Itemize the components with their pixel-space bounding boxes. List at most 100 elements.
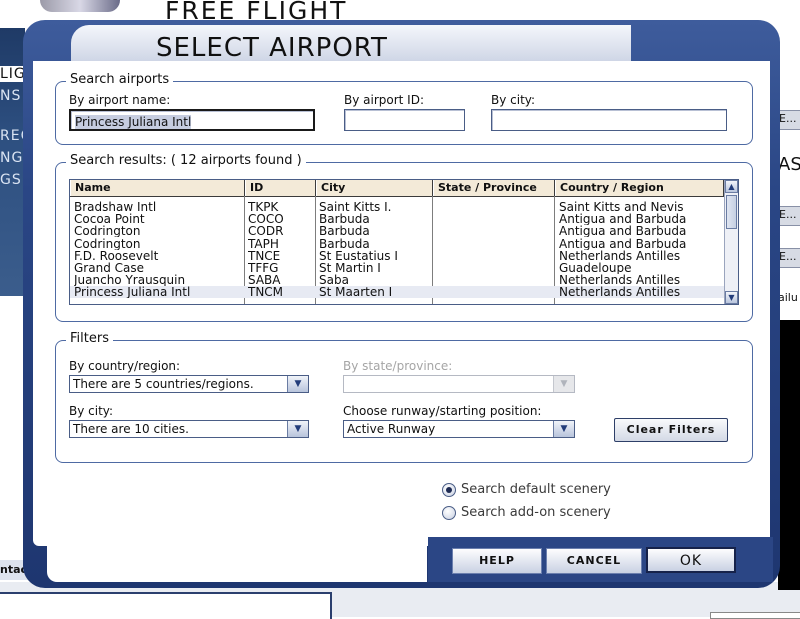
ok-button[interactable]: OK (646, 547, 736, 573)
table-cell-country: Netherlands Antilles (559, 274, 681, 287)
table-cell-id: TAPH (248, 237, 279, 250)
city-filter-label: By city: (69, 404, 114, 418)
clear-filters-button[interactable]: Clear Filters (614, 418, 728, 442)
table-cell-name: Juancho Yrausquin (74, 274, 186, 287)
state-filter-label: By state/province: (343, 359, 453, 373)
column-header-name[interactable]: Name (70, 180, 245, 196)
table-row[interactable]: Juancho Yrausquin SABA Saba Netherlands Ant… (70, 274, 724, 286)
airport-name-value: Princess Juliana Intl (75, 115, 192, 129)
background-button-fragment[interactable]: E... (778, 248, 800, 268)
country-filter-label: By country/region: (69, 359, 181, 373)
column-header-city[interactable]: City (316, 180, 433, 196)
scroll-thumb[interactable] (726, 195, 737, 229)
dialog-footer-bar: HELP CANCEL OK (428, 537, 773, 582)
help-button[interactable]: HELP (452, 548, 542, 574)
table-cell-city: Barbuda (319, 213, 370, 226)
filters-group: Filters By country/region: There are 5 c… (55, 331, 753, 463)
table-cell-city: St Maarten I (319, 286, 393, 299)
state-filter-dropdown[interactable]: ▼ (343, 375, 575, 393)
background-button-fragment[interactable]: E... (778, 206, 800, 226)
results-table[interactable]: Name ID City State / Province Country / … (69, 179, 739, 305)
table-cell-city: Saba (319, 274, 349, 287)
table-cell-country: Netherlands Antilles (559, 249, 681, 262)
table-cell-id: TKPK (248, 201, 279, 213)
table-cell-city: St Martin I (319, 262, 381, 274)
table-row[interactable]: Bradshaw Intl TKPK Saint Kitts I. Saint Kit… (70, 201, 724, 213)
country-filter-value: There are 5 countries/regions. (73, 377, 254, 391)
addon-scenery-label[interactable]: Search add-on scenery (461, 505, 611, 520)
runway-label: Choose runway/starting position: (343, 404, 542, 418)
city-search-input[interactable] (491, 109, 727, 131)
filters-label: Filters (66, 331, 113, 346)
table-cell-id: CODR (248, 225, 284, 238)
chevron-down-icon[interactable]: ▼ (553, 376, 574, 392)
background-button-fragment[interactable]: E... (778, 110, 800, 130)
airport-name-label: By airport name: (69, 93, 171, 107)
scroll-up-icon[interactable]: ▲ (725, 180, 738, 193)
city-filter-dropdown[interactable]: There are 10 cities. ▼ (69, 420, 309, 438)
column-header-country[interactable]: Country / Region (555, 180, 724, 196)
country-filter-dropdown[interactable]: There are 5 countries/regions. ▼ (69, 375, 309, 393)
table-cell-name: F.D. Roosevelt (74, 249, 159, 262)
table-row[interactable]: Codrington CODR Barbuda Antigua and Barbuda (70, 225, 724, 237)
cancel-button[interactable]: CANCEL (546, 548, 642, 574)
chevron-down-icon[interactable]: ▼ (287, 421, 308, 437)
runway-value: Active Runway (347, 422, 436, 436)
table-cell-country: Netherlands Antilles (559, 286, 681, 299)
search-airports-group: Search airports By airport name: Princes… (55, 72, 753, 145)
table-cell-id: COCO (248, 213, 284, 226)
table-cell-country: Saint Kitts and Nevis (559, 201, 684, 213)
search-airports-label: Search airports (66, 72, 174, 87)
table-cell-country: Antigua and Barbuda (559, 225, 687, 238)
chevron-down-icon[interactable]: ▼ (553, 421, 574, 437)
background-bottom-panel (0, 592, 332, 619)
table-cell-id: TNCE (248, 249, 281, 262)
airport-name-input[interactable]: Princess Juliana Intl (69, 109, 315, 131)
table-row[interactable]: Cocoa Point COCO Barbuda Antigua and Barbud… (70, 213, 724, 225)
scroll-down-icon[interactable]: ▼ (725, 291, 738, 304)
table-row[interactable]: F.D. Roosevelt TNCE St Eustatius I Netherla… (70, 250, 724, 262)
background-nav-item[interactable]: NG (0, 150, 23, 166)
default-scenery-label[interactable]: Search default scenery (461, 482, 611, 497)
table-cell-name: Cocoa Point (74, 213, 145, 226)
background-text-fragment: ASC (778, 154, 800, 175)
table-cell-name: Codrington (74, 237, 141, 250)
table-row[interactable]: Princess Juliana Intl TNCM St Maarten I Net… (70, 286, 724, 299)
table-cell-city: Saint Kitts I. (319, 201, 392, 213)
runway-dropdown[interactable]: Active Runway ▼ (343, 420, 575, 438)
default-scenery-radio[interactable] (442, 483, 456, 497)
table-cell-country: Antigua and Barbuda (559, 237, 687, 250)
background-text-fragment: ailu (778, 290, 800, 306)
background-nav-item[interactable]: GS (0, 172, 22, 188)
dialog-footer-left (47, 530, 427, 582)
chevron-down-icon[interactable]: ▼ (287, 376, 308, 392)
table-row[interactable]: Codrington TAPH Barbuda Antigua and Barbuda (70, 238, 724, 250)
search-results-label: Search results: ( 12 airports found ) (66, 153, 306, 168)
table-cell-city: Barbuda (319, 225, 370, 238)
table-cell-name: Princess Juliana Intl (74, 286, 191, 299)
table-cell-name: Bradshaw Intl (74, 201, 157, 213)
background-dark-area (778, 320, 800, 590)
table-cell-name: Grand Case (74, 262, 144, 274)
airport-id-input[interactable] (344, 109, 465, 131)
column-header-id[interactable]: ID (245, 180, 316, 196)
select-airport-dialog: SELECT AIRPORT Search airports By airpor… (23, 20, 780, 588)
results-scrollbar[interactable]: ▲ ▼ (724, 180, 738, 304)
city-filter-value: There are 10 cities. (73, 422, 189, 436)
background-left-area (0, 296, 25, 566)
background-nav-item[interactable]: NS (0, 88, 21, 104)
table-cell-id: TFFG (248, 262, 279, 274)
table-cell-name: Codrington (74, 225, 141, 238)
results-table-header: Name ID City State / Province Country / … (70, 180, 724, 197)
table-cell-city: St Eustatius I (319, 249, 398, 262)
city-search-label: By city: (491, 93, 536, 107)
column-header-state[interactable]: State / Province (433, 180, 555, 196)
table-row[interactable]: Grand Case TFFG St Martin I Guadeloupe (70, 262, 724, 274)
addon-scenery-radio[interactable] (442, 506, 456, 520)
background-right-area: E... ASC E... E... ailu (778, 28, 800, 590)
airport-id-label: By airport ID: (344, 93, 425, 107)
table-cell-country: Antigua and Barbuda (559, 213, 687, 226)
table-cell-country: Guadeloupe (559, 262, 632, 274)
dialog-titlebar: SELECT AIRPORT (71, 25, 631, 63)
background-bottom-panel-right (710, 612, 800, 619)
